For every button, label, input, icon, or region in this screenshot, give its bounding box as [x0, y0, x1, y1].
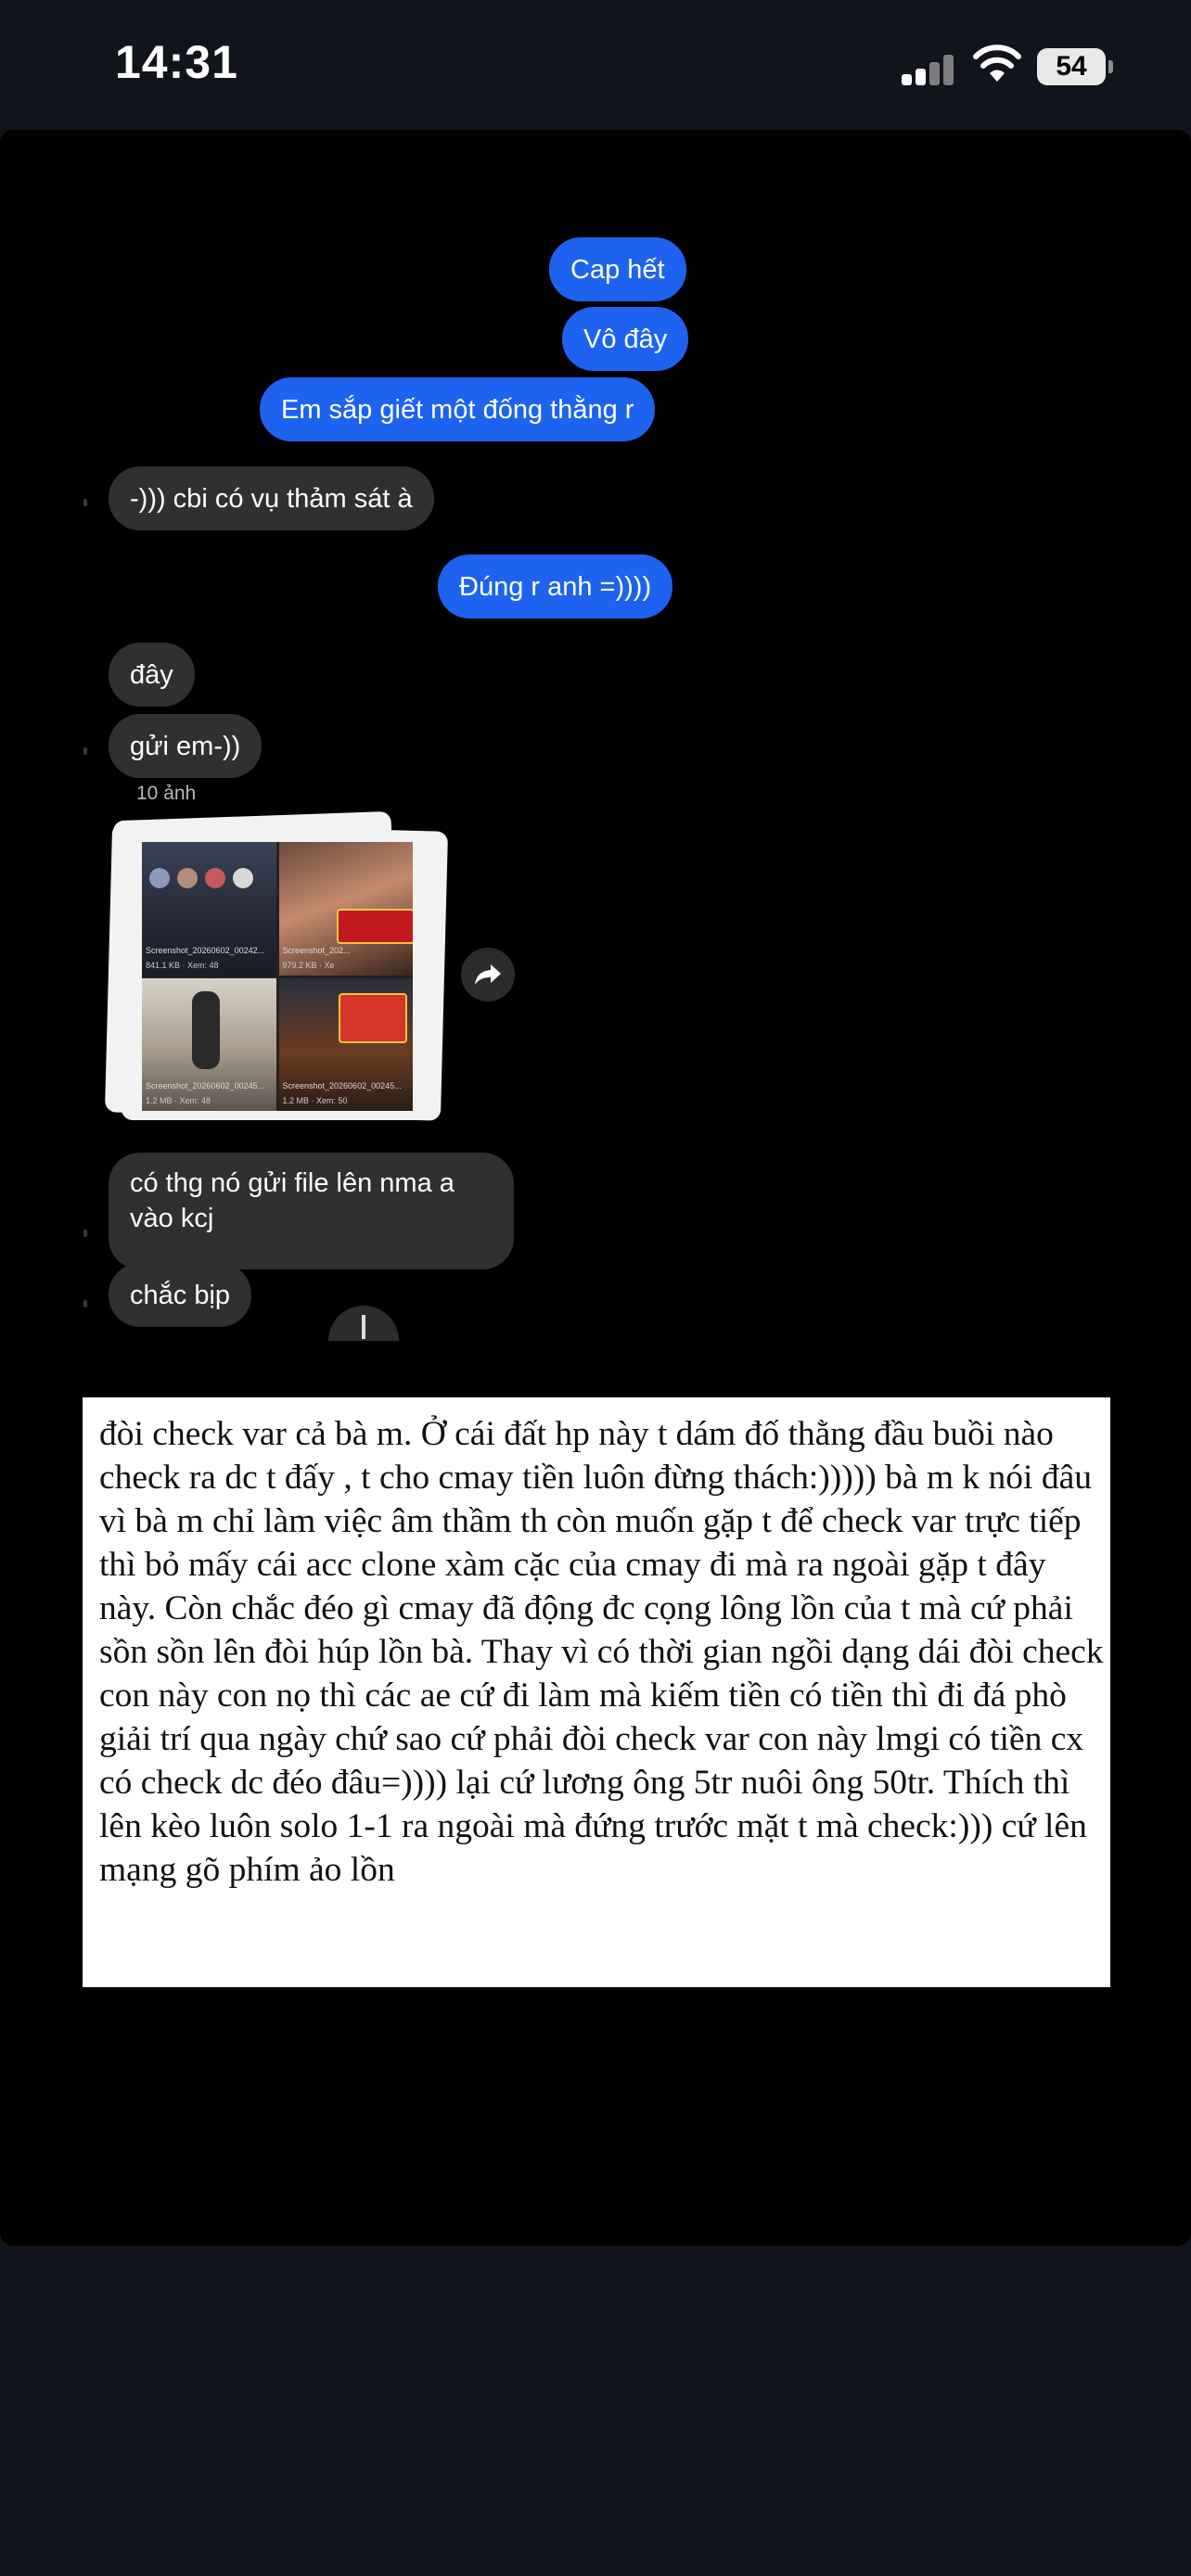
figure-graphic — [192, 990, 220, 1069]
message-text: Đúng r anh =)))) — [459, 571, 652, 602]
avatar — [205, 868, 225, 888]
battery-icon: 54 — [1037, 48, 1113, 85]
message-bubble-received[interactable]: -))) cbi có vụ thảm sát à — [109, 466, 434, 530]
cellular-signal-icon — [902, 54, 955, 85]
photo-thumbnail[interactable]: Screenshot_20260602_00245... 1.2 MB · Xe… — [278, 977, 413, 1111]
thumbnail-meta: 1.2 MB · Xem: 50 — [282, 1096, 348, 1105]
wifi-icon — [973, 45, 1021, 82]
avatar — [149, 868, 170, 888]
message-text: -))) cbi có vụ thảm sát à — [130, 483, 413, 514]
status-bar: 14:31 54 — [0, 0, 1191, 130]
promo-badge-graphic — [338, 992, 407, 1043]
message-bubble-received[interactable]: chắc bịp — [109, 1263, 252, 1327]
message-bubble-received[interactable]: có thg nó gửi file lên nma a vào kcj — [109, 1153, 514, 1269]
message-bubble-sent[interactable]: Em sắp giết một đống thằng r — [260, 377, 656, 441]
message-bubble-received[interactable]: đây — [109, 643, 195, 707]
battery-level: 54 — [1037, 48, 1106, 85]
thumbnail-meta: 979.2 KB · Xe — [282, 960, 335, 970]
thumbnail-caption: Screenshot_202... — [282, 945, 351, 955]
text-note-card: đòi check var cả bà m. Ở cái đất hp này … — [83, 1397, 1110, 1987]
message-text: gửi em-)) — [130, 731, 241, 761]
status-time: 14:31 — [115, 36, 238, 88]
message-bubble-sent[interactable]: Đúng r anh =)))) — [438, 555, 673, 618]
message-text: chắc bịp — [130, 1280, 231, 1310]
message-edge-marker — [83, 499, 87, 506]
thumbnail-meta: 1.2 MB · Xem: 48 — [146, 1096, 211, 1105]
thumbnail-caption: Screenshot_20260602_00242... — [146, 945, 265, 955]
note-text: đòi check var cả bà m. Ở cái đất hp này … — [99, 1415, 1104, 1889]
message-text: Vô đây — [583, 324, 668, 354]
photo-thumbnail[interactable]: Screenshot_20260602_00245... 1.2 MB · Xe… — [142, 977, 276, 1111]
message-edge-marker — [83, 747, 87, 755]
thumbnail-caption: Screenshot_20260602_00245... — [282, 1081, 402, 1090]
thumbnail-meta: 841.1 KB · Xem: 48 — [146, 960, 219, 970]
message-text: đây — [130, 659, 173, 690]
message-bubble-sent[interactable]: Vô đây — [562, 307, 689, 371]
avatar — [177, 868, 198, 888]
message-bubble-sent[interactable]: Cap hết — [549, 237, 686, 301]
message-text: Em sắp giết một đống thằng r — [281, 394, 634, 425]
message-text: Cap hết — [570, 254, 665, 285]
thumbnail-caption: Screenshot_20260602_00245... — [146, 1081, 265, 1090]
attachment-count-label: 10 ảnh — [136, 783, 197, 804]
message-edge-marker — [83, 1230, 87, 1237]
add-button[interactable] — [328, 1306, 399, 1341]
promo-badge-graphic — [336, 909, 413, 944]
message-text: có thg nó gửi file lên nma a vào kcj — [130, 1168, 455, 1233]
photo-thumbnail[interactable]: Screenshot_20260602_00242... 841.1 KB · … — [142, 842, 276, 976]
message-edge-marker — [83, 1300, 87, 1307]
image-album-stack[interactable]: Screenshot_20260602_00242... 841.1 KB · … — [104, 810, 452, 1122]
photo-grid: Screenshot_20260602_00242... 841.1 KB · … — [142, 842, 413, 1111]
message-bubble-received[interactable]: gửi em-)) — [109, 714, 263, 778]
photo-thumbnail[interactable]: Screenshot_202... 979.2 KB · Xe — [278, 842, 413, 976]
plus-icon — [328, 1306, 399, 1341]
avatar — [233, 868, 253, 888]
share-button[interactable] — [461, 948, 515, 1001]
share-arrow-icon — [475, 964, 501, 985]
